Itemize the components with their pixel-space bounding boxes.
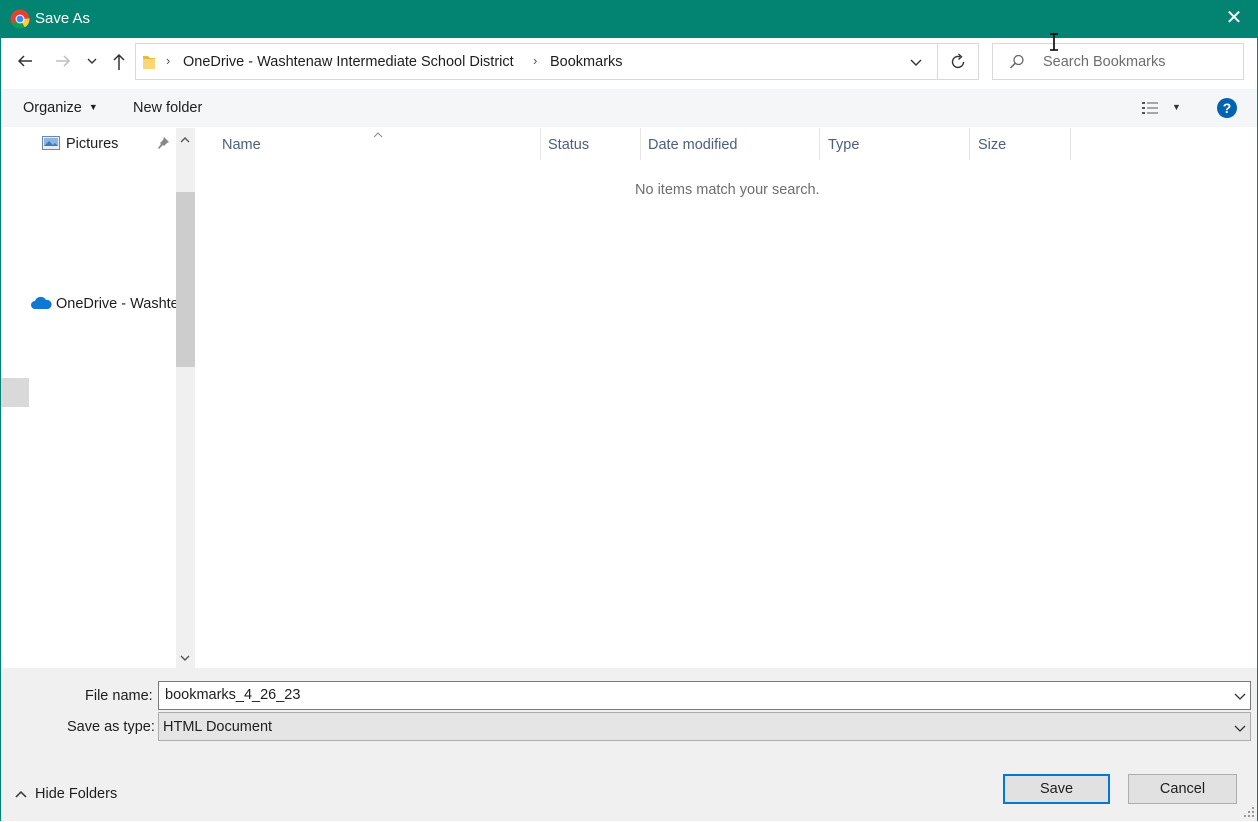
search-placeholder: Search Bookmarks <box>1043 54 1166 70</box>
dropdown-caret-icon: ▼ <box>88 102 98 112</box>
file-name-value: bookmarks_4_26_23 <box>165 687 301 703</box>
collapse-chevron-icon <box>14 787 28 803</box>
forward-arrow-icon[interactable] <box>51 51 75 75</box>
text-cursor-icon <box>1048 33 1060 54</box>
column-separator <box>540 128 541 160</box>
address-dropdown-chevron-icon[interactable] <box>908 53 924 74</box>
view-options-icon[interactable] <box>1141 100 1159 119</box>
save-as-type-chevron-icon[interactable] <box>1233 721 1247 737</box>
column-separator <box>819 128 820 160</box>
view-dropdown-caret-icon[interactable]: ▼ <box>1172 102 1181 112</box>
save-as-type-label: Save as type: <box>67 719 155 735</box>
column-separator <box>969 128 970 160</box>
sort-ascending-icon <box>372 126 384 142</box>
empty-message: No items match your search. <box>635 182 820 198</box>
up-arrow-icon[interactable] <box>107 51 131 75</box>
save-as-type-value: HTML Document <box>163 719 273 735</box>
column-header-date-modified[interactable]: Date modified <box>648 137 737 153</box>
file-name-input[interactable]: bookmarks_4_26_23 <box>158 681 1251 710</box>
save-form: File name: bookmarks_4_26_23 Save as typ… <box>1 668 1257 821</box>
search-box[interactable]: Search Bookmarks <box>992 43 1244 80</box>
title-bar: Save As ✕ <box>0 0 1258 38</box>
nav-item-pictures[interactable]: Pictures <box>41 134 176 156</box>
hide-folders-toggle[interactable]: Hide Folders <box>14 785 134 805</box>
organize-label: Organize <box>23 100 82 116</box>
column-header-type[interactable]: Type <box>828 137 859 153</box>
file-list <box>196 128 1257 668</box>
window-title: Save As <box>35 10 91 27</box>
resize-grip-icon[interactable] <box>1243 805 1255 821</box>
address-bar[interactable]: › OneDrive - Washtenaw Intermediate Scho… <box>135 43 979 80</box>
address-divider <box>937 44 938 79</box>
column-header-size[interactable]: Size <box>978 137 1006 153</box>
nav-item-label: Pictures <box>66 136 119 152</box>
pictures-icon <box>42 136 60 153</box>
hide-folders-label: Hide Folders <box>35 786 118 802</box>
breadcrumb-bookmarks[interactable]: Bookmarks <box>550 54 623 70</box>
nav-scrollbar-thumb[interactable] <box>176 192 195 367</box>
onedrive-icon <box>31 296 52 313</box>
column-header-status[interactable]: Status <box>548 137 589 153</box>
cancel-button[interactable]: Cancel <box>1128 774 1237 804</box>
nav-item-onedrive[interactable]: OneDrive - Washte <box>31 294 176 316</box>
file-name-dropdown-chevron-icon[interactable] <box>1233 689 1247 705</box>
new-folder-button[interactable]: New folder <box>133 100 202 116</box>
save-button[interactable]: Save <box>1003 774 1110 804</box>
scroll-down-arrow-icon[interactable] <box>178 651 192 667</box>
column-separator <box>1070 128 1071 160</box>
breadcrumb-onedrive[interactable]: OneDrive - Washtenaw Intermediate School… <box>183 54 514 70</box>
nav-pane-resize-handle[interactable] <box>1 378 29 407</box>
close-icon[interactable]: ✕ <box>1224 8 1244 28</box>
column-separator <box>640 128 641 160</box>
folder-icon <box>142 53 156 74</box>
chrome-icon <box>10 9 30 29</box>
recent-locations-chevron-icon[interactable] <box>82 51 102 75</box>
nav-item-label: OneDrive - Washte <box>56 296 176 312</box>
organize-menu[interactable]: Organize ▼ <box>23 100 98 116</box>
navigation-pane: Pictures OneDrive - Washte <box>1 128 195 668</box>
column-header-name[interactable]: Name <box>222 137 261 153</box>
breadcrumb-separator-icon: › <box>533 53 538 68</box>
back-arrow-icon[interactable] <box>13 51 37 75</box>
search-icon <box>1008 53 1026 74</box>
scroll-up-arrow-icon[interactable] <box>178 133 192 149</box>
breadcrumb-separator-icon: › <box>166 53 171 68</box>
file-name-label: File name: <box>85 688 153 704</box>
help-icon[interactable]: ? <box>1217 98 1237 118</box>
command-toolbar: Organize ▼ New folder ▼ ? <box>1 89 1257 127</box>
pin-icon[interactable] <box>156 136 170 153</box>
refresh-icon[interactable] <box>949 52 967 75</box>
save-as-type-select[interactable]: HTML Document <box>158 712 1251 741</box>
